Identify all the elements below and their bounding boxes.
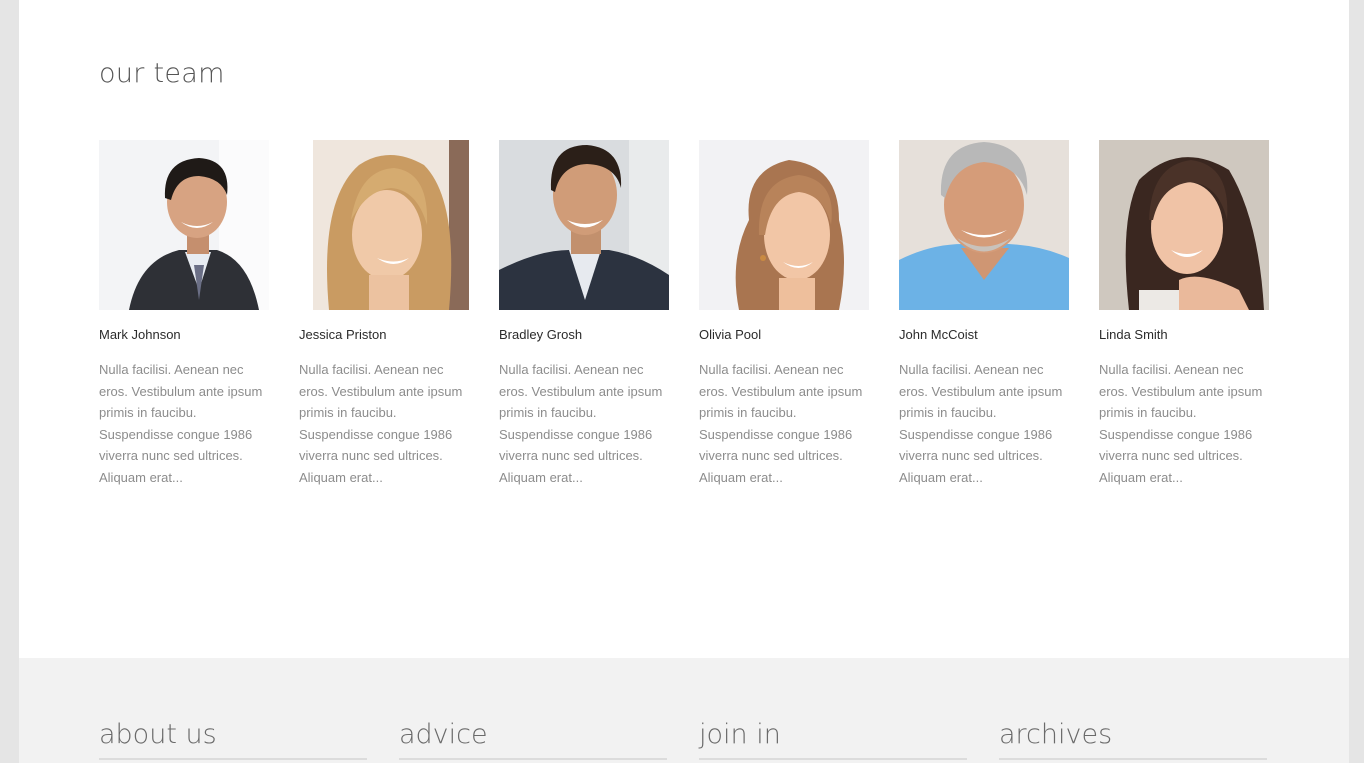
- footer-divider: [699, 758, 967, 760]
- team-member-card: Bradley Grosh Nulla facilisi. Aenean nec…: [499, 140, 669, 489]
- member-bio: Nulla facilisi. Aenean nec eros. Vestibu…: [699, 362, 863, 485]
- footer-column-advice: advice: [399, 716, 667, 760]
- member-bio: Nulla facilisi. Aenean nec eros. Vestibu…: [499, 362, 663, 485]
- footer-divider: [99, 758, 367, 760]
- footer: about us advice join in archives: [19, 658, 1349, 763]
- portrait-man-suit-icon: [99, 140, 269, 310]
- footer-divider: [999, 758, 1267, 760]
- team-member-card: Olivia Pool Nulla facilisi. Aenean nec e…: [699, 140, 869, 489]
- member-photo[interactable]: [99, 140, 269, 310]
- member-photo[interactable]: [699, 140, 869, 310]
- team-member-card: Mark Johnson Nulla facilisi. Aenean nec …: [99, 140, 269, 489]
- member-photo[interactable]: [499, 140, 669, 310]
- footer-column-join-in: join in: [699, 716, 967, 760]
- member-bio: Nulla facilisi. Aenean nec eros. Vestibu…: [99, 362, 263, 485]
- portrait-older-man-icon: [899, 140, 1069, 310]
- member-name[interactable]: Mark Johnson: [99, 326, 269, 343]
- member-name[interactable]: Olivia Pool: [699, 326, 869, 343]
- member-name[interactable]: Bradley Grosh: [499, 326, 669, 343]
- page-container: our team Mark Johnson Nulla facilisi. Ae…: [19, 0, 1349, 763]
- portrait-woman-brunette-icon: [1099, 140, 1269, 310]
- footer-heading: advice: [399, 719, 488, 750]
- footer-column-about-us: about us: [99, 716, 367, 760]
- portrait-woman-ponytail-icon: [699, 140, 869, 310]
- member-photo[interactable]: [299, 140, 469, 310]
- footer-column-archives: archives: [999, 716, 1267, 760]
- team-member-card: Linda Smith Nulla facilisi. Aenean nec e…: [1099, 140, 1269, 489]
- team-member-card: Jessica Priston Nulla facilisi. Aenean n…: [299, 140, 469, 489]
- footer-heading: about us: [99, 719, 217, 750]
- member-name[interactable]: John McCoist: [899, 326, 1069, 343]
- section-title: our team: [99, 58, 225, 89]
- footer-heading: archives: [999, 719, 1113, 750]
- footer-divider: [399, 758, 667, 760]
- member-bio: Nulla facilisi. Aenean nec eros. Vestibu…: [899, 362, 1063, 485]
- portrait-man-dark-hair-icon: [499, 140, 669, 310]
- member-name[interactable]: Jessica Priston: [299, 326, 469, 343]
- member-photo[interactable]: [899, 140, 1069, 310]
- footer-heading: join in: [699, 719, 781, 750]
- member-photo[interactable]: [1099, 140, 1269, 310]
- team-member-card: John McCoist Nulla facilisi. Aenean nec …: [899, 140, 1069, 489]
- member-name[interactable]: Linda Smith: [1099, 326, 1269, 343]
- portrait-woman-blonde-icon: [299, 140, 469, 310]
- team-members: Mark Johnson Nulla facilisi. Aenean nec …: [99, 140, 1289, 500]
- team-section: our team Mark Johnson Nulla facilisi. Ae…: [19, 0, 1349, 658]
- member-bio: Nulla facilisi. Aenean nec eros. Vestibu…: [1099, 362, 1263, 485]
- member-bio: Nulla facilisi. Aenean nec eros. Vestibu…: [299, 362, 463, 485]
